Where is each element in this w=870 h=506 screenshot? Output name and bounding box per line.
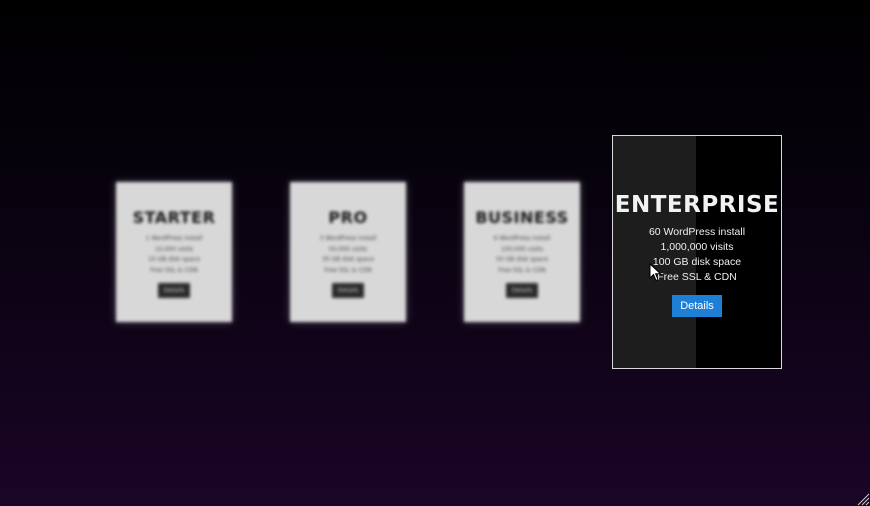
plan-feature: 10,000 visits: [154, 245, 194, 253]
plan-feature: 10 GB disk space: [148, 256, 200, 263]
plan-card-pro[interactable]: PRO 3 WordPress install 50,000 visits 30…: [290, 182, 406, 322]
plan-title: STARTER: [132, 208, 216, 227]
details-button[interactable]: Details: [505, 283, 539, 298]
plan-features: 60 WordPress install 1,000,000 visits 10…: [649, 225, 745, 285]
resize-grip-icon[interactable]: [856, 492, 870, 506]
plan-card-enterprise[interactable]: ENTERPRISE 60 WordPress install 1,000,00…: [612, 135, 782, 369]
plan-feature: Free SSL & CDN: [498, 266, 546, 274]
plan-feature: Free SSL & CDN: [150, 266, 198, 274]
plan-card-business[interactable]: BUSINESS 6 WordPress install 100,000 vis…: [464, 182, 580, 322]
plan-features: 6 WordPress install 100,000 visits 50 GB…: [494, 234, 551, 276]
plan-feature: 60 WordPress install: [648, 226, 746, 238]
pricing-stage: STARTER 1 WordPress install 10,000 visit…: [0, 0, 870, 506]
details-button[interactable]: Details: [331, 283, 365, 298]
plan-card-starter[interactable]: STARTER 1 WordPress install 10,000 visit…: [116, 182, 232, 322]
details-button[interactable]: Details: [157, 283, 191, 298]
plan-features: 1 WordPress install 10,000 visits 10 GB …: [146, 234, 203, 276]
plan-title: PRO: [328, 208, 368, 227]
plan-feature: 100 GB disk space: [652, 256, 742, 268]
plan-title: BUSINESS: [475, 208, 569, 227]
plan-feature: 100,000 visits: [500, 245, 544, 253]
plan-feature: Free SSL & CDN: [324, 266, 372, 274]
plan-feature: 1 WordPress install: [145, 235, 203, 242]
plan-feature: 1,000,000 visits: [660, 241, 734, 253]
plan-feature: 50,000 visits: [328, 245, 368, 253]
plan-title: ENTERPRISE: [614, 192, 780, 218]
details-button[interactable]: Details: [672, 295, 722, 317]
plan-feature: 30 GB disk space: [322, 256, 374, 263]
mouse-pointer-icon: [649, 263, 662, 282]
plan-feature: 50 GB disk space: [496, 256, 548, 263]
plan-features: 3 WordPress install 50,000 visits 30 GB …: [320, 234, 377, 276]
plan-feature: 6 WordPress install: [493, 235, 551, 242]
plan-feature: 3 WordPress install: [319, 235, 377, 242]
plan-feature: Free SSL & CDN: [657, 271, 737, 283]
